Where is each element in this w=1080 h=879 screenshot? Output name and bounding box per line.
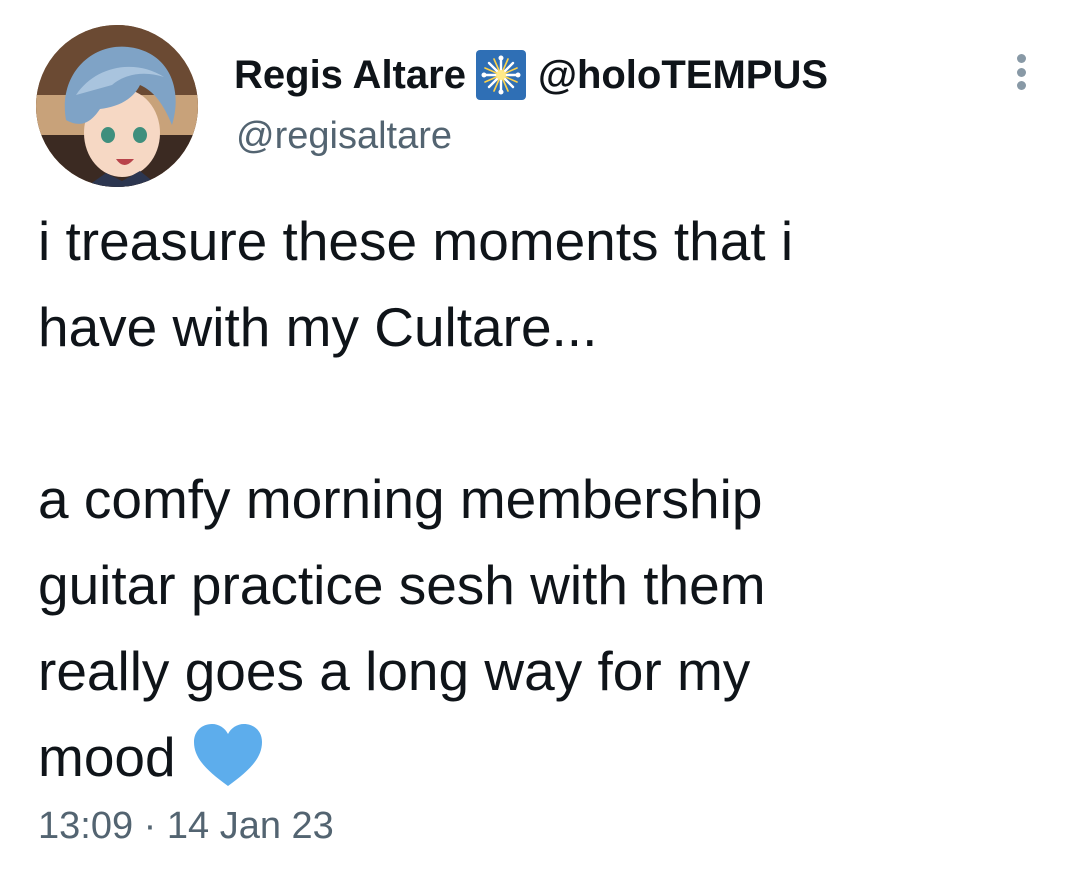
tweet-text-line: guitar practice sesh with them [38, 554, 766, 616]
tweet-text-line [38, 370, 1048, 456]
tweet-text: i treasure these moments that i have wit… [38, 198, 1048, 800]
author-name-row: Regis Altare @holoTEMPUS [234, 50, 828, 100]
tweet-text-last-line: mood [38, 714, 1048, 800]
more-vertical-icon[interactable] [1004, 50, 1038, 94]
blue-heart-icon [192, 722, 264, 788]
heart-shape [193, 724, 262, 787]
tweet-timestamp[interactable]: 13:09 · 14 Jan 23 [38, 805, 334, 848]
affiliate-org-handle[interactable]: @holoTEMPUS [538, 53, 828, 98]
tweet-card: Regis Altare @holoTEMPUS @regisaltare i … [0, 0, 1080, 879]
starburst-icon [481, 55, 521, 95]
author-display-name[interactable]: Regis Altare [234, 53, 466, 98]
tweet-text-line: i treasure these moments that i [38, 210, 794, 272]
more-dot [1016, 67, 1026, 77]
author-handle[interactable]: @regisaltare [236, 115, 452, 158]
avatar-image [36, 25, 198, 187]
tweet-text-line: a comfy morning membership [38, 468, 763, 530]
tweet-text-line: mood [38, 726, 176, 788]
tweet-text-line: really goes a long way for my [38, 640, 751, 702]
avatar[interactable] [36, 25, 198, 187]
affiliate-badge-icon[interactable] [475, 50, 526, 100]
tweet-text-line: have with my Cultare... [38, 296, 598, 358]
more-dot [1016, 54, 1026, 63]
more-dot [1016, 81, 1026, 90]
